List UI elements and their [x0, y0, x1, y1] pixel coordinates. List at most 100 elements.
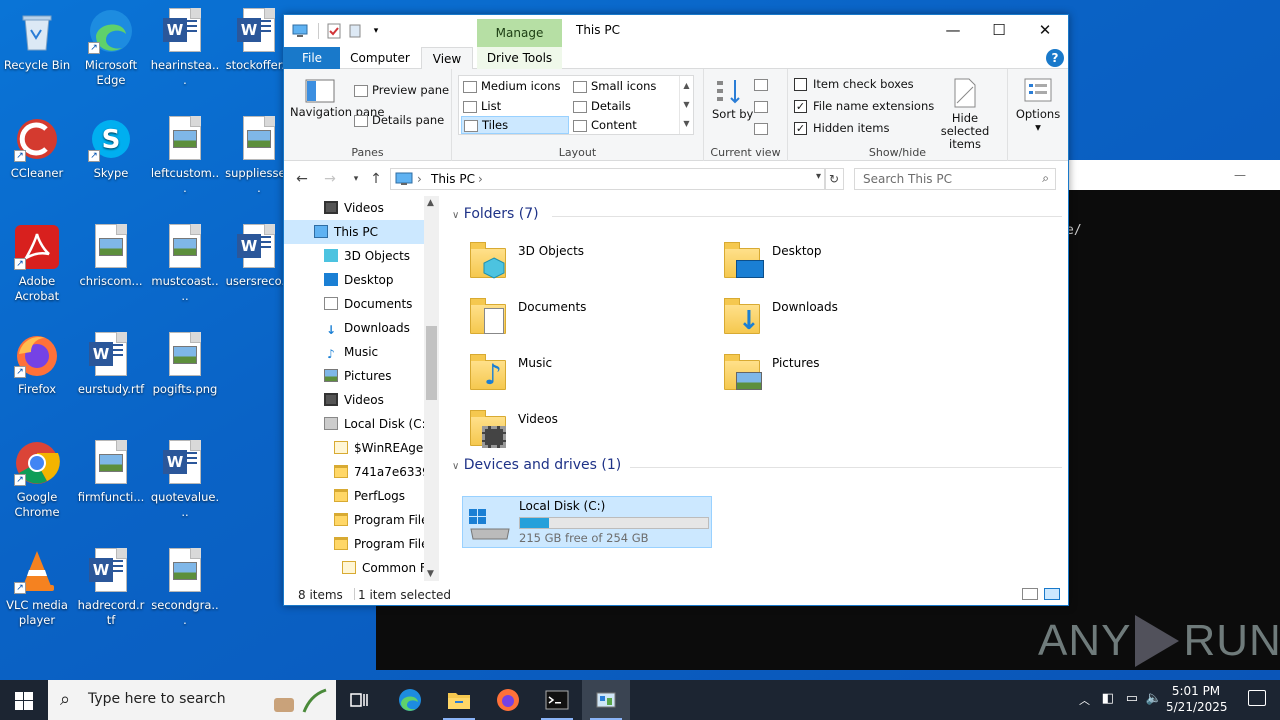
forward-arrow-icon[interactable]: →	[320, 170, 340, 188]
file-explorer-window[interactable]: ▾ Manage This PC — ☐ ✕ File Computer Vie…	[283, 14, 1069, 606]
collapse-chevron-icon[interactable]: ∨	[452, 461, 459, 472]
folder-tile-downloads[interactable]: ↓ Downloads	[720, 294, 960, 346]
layout-scroll[interactable]: ▲ ▼ ▼	[679, 76, 693, 134]
refresh-icon[interactable]: ↻	[824, 168, 844, 190]
scroll-down-icon[interactable]: ▼	[427, 569, 434, 579]
expand-gallery-icon[interactable]: ▼	[680, 114, 693, 133]
google-chrome-desktop-icon[interactable]: ↗ Google Chrome	[0, 440, 74, 520]
hide-selected-items-button[interactable]: Hide selected items	[928, 77, 1002, 151]
image-file-desktop-icon[interactable]: leftcustom...	[148, 116, 222, 196]
devices-section-header[interactable]: ∨ Devices and drives (1)	[452, 457, 1062, 477]
nav-item-desktop[interactable]: Desktop	[324, 268, 394, 292]
image-file-desktop-icon[interactable]: chriscom...	[74, 224, 148, 289]
nav-item-pictures[interactable]: Pictures	[324, 364, 392, 388]
maximize-button[interactable]: ☐	[976, 15, 1022, 45]
collapse-chevron-icon[interactable]: ∨	[452, 210, 459, 221]
ccleaner-desktop-icon[interactable]: ↗ CCleaner	[0, 116, 74, 181]
image-file-desktop-icon[interactable]: pogifts.png	[148, 332, 222, 397]
volume-icon[interactable]: 🔈	[1146, 691, 1162, 706]
back-arrow-icon[interactable]: ←	[292, 170, 312, 188]
breadcrumb-this-pc[interactable]: This PC	[431, 172, 475, 186]
tab-view[interactable]: View	[421, 47, 473, 70]
close-button[interactable]: ✕	[1022, 15, 1068, 45]
help-icon[interactable]: ?	[1046, 49, 1064, 67]
folders-section-header[interactable]: ∨ Folders (7)	[452, 206, 1062, 226]
nav-item-folder[interactable]: $WinREAgent	[334, 436, 436, 460]
nav-item-folder[interactable]: Program Files	[334, 508, 435, 532]
address-dropdown-chevron-icon[interactable]: ▾	[816, 171, 821, 182]
nav-item-videos[interactable]: Videos	[324, 196, 384, 220]
notifications-icon[interactable]	[1248, 690, 1266, 706]
layout-list[interactable]: List	[461, 97, 569, 115]
manage-context-tab[interactable]: Manage	[477, 19, 562, 47]
preview-pane-button[interactable]: Preview pane	[354, 83, 449, 97]
folder-tile-videos[interactable]: Videos	[466, 406, 706, 458]
vlc-desktop-icon[interactable]: ↗ VLC media player	[0, 548, 74, 628]
customize-toolbar-chevron-icon[interactable]: ▾	[368, 23, 384, 39]
taskbar-file-explorer-button[interactable]	[435, 680, 483, 720]
tab-drive-tools[interactable]: Drive Tools	[477, 47, 562, 69]
folder-tile-documents[interactable]: Documents	[466, 294, 706, 346]
folder-tile-3d-objects[interactable]: 3D Objects	[466, 238, 706, 290]
image-file-desktop-icon[interactable]: firmfuncti...	[74, 440, 148, 505]
word-file-desktop-icon[interactable]: W hearinstea...	[148, 8, 222, 88]
item-check-boxes-checkbox[interactable]	[794, 78, 807, 91]
hidden-items-option[interactable]: ✓ Hidden items	[794, 121, 889, 135]
taskbar-search-box[interactable]: ⌕ Type here to search	[48, 680, 336, 720]
scroll-down-icon[interactable]: ▼	[680, 95, 693, 114]
folder-tile-desktop[interactable]: Desktop	[720, 238, 960, 290]
tab-computer[interactable]: Computer	[344, 47, 416, 69]
file-name-extensions-checkbox[interactable]: ✓	[794, 100, 807, 113]
taskbar-firefox-button[interactable]	[484, 680, 532, 720]
hidden-items-checkbox[interactable]: ✓	[794, 122, 807, 135]
taskbar-edge-button[interactable]	[386, 680, 434, 720]
layout-details[interactable]: Details	[571, 97, 679, 115]
scrollbar-thumb[interactable]	[426, 326, 437, 400]
address-bar[interactable]: › This PC › ▾	[390, 168, 826, 190]
layout-tiles[interactable]: Tiles	[461, 116, 569, 134]
item-check-boxes-option[interactable]: Item check boxes	[794, 77, 914, 91]
nav-item-folder[interactable]: Program Files	[334, 532, 435, 556]
network-icon[interactable]: ▭	[1126, 691, 1138, 706]
start-button[interactable]	[0, 680, 48, 720]
file-list[interactable]: ∨ Folders (7) 3D Objects Desktop Documen…	[444, 196, 1062, 581]
group-by-button[interactable]	[754, 77, 772, 91]
size-columns-button[interactable]	[754, 121, 772, 135]
skype-desktop-icon[interactable]: S ↗ Skype	[74, 116, 148, 181]
large-icons-view-icon[interactable]	[1044, 588, 1060, 600]
add-columns-button[interactable]	[754, 99, 772, 113]
image-file-desktop-icon[interactable]: mustcoast....	[148, 224, 222, 304]
minimize-button[interactable]: —	[930, 15, 976, 45]
nav-item-this-pc[interactable]: This PC	[284, 220, 424, 244]
word-file-desktop-icon[interactable]: W hadrecord.rtf	[74, 548, 148, 628]
search-input[interactable]: Search This PC ⌕	[854, 168, 1056, 190]
title-bar[interactable]: ▾ Manage This PC — ☐ ✕	[284, 15, 1068, 47]
minimize-icon[interactable]: —	[1234, 168, 1246, 182]
layout-medium-icons[interactable]: Medium icons	[461, 77, 569, 95]
microsoft-edge-desktop-icon[interactable]: ↗ Microsoft Edge	[74, 8, 148, 88]
recycle-bin-desktop-icon[interactable]: Recycle Bin	[0, 8, 74, 73]
taskbar-control-panel-button[interactable]	[582, 680, 630, 720]
nav-item-local-disk[interactable]: Local Disk (C:)	[324, 412, 430, 436]
nav-item-music[interactable]: ♪ Music	[324, 340, 378, 364]
show-hidden-icons-chevron-icon[interactable]: ︿	[1079, 692, 1090, 708]
scroll-up-icon[interactable]: ▲	[680, 76, 693, 95]
tab-file[interactable]: File	[284, 47, 340, 69]
firefox-desktop-icon[interactable]: ↗ Firefox	[0, 332, 74, 397]
navigation-pane[interactable]: Videos This PC 3D Objects Desktop Docume…	[284, 196, 439, 581]
word-file-desktop-icon[interactable]: W quotevalue...	[148, 440, 222, 520]
folder-tile-music[interactable]: ♪ Music	[466, 350, 706, 402]
nav-item-folder[interactable]: PerfLogs	[334, 484, 405, 508]
new-folder-icon[interactable]	[348, 23, 364, 39]
word-file-desktop-icon[interactable]: W eurstudy.rtf	[74, 332, 148, 397]
sort-by-button[interactable]: Sort by	[712, 77, 753, 121]
layout-content[interactable]: Content	[571, 116, 679, 134]
image-file-desktop-icon[interactable]: secondgra...	[148, 548, 222, 628]
taskbar-clock[interactable]: 5:01 PM 5/21/2025	[1166, 683, 1228, 715]
folder-tile-pictures[interactable]: Pictures	[720, 350, 960, 402]
task-view-button[interactable]	[336, 680, 384, 720]
options-button[interactable]: Options ▾	[1014, 77, 1062, 134]
nav-item-folder[interactable]: Common Fi	[342, 556, 429, 580]
file-name-extensions-option[interactable]: ✓ File name extensions	[794, 99, 934, 113]
properties-icon[interactable]	[326, 23, 342, 39]
